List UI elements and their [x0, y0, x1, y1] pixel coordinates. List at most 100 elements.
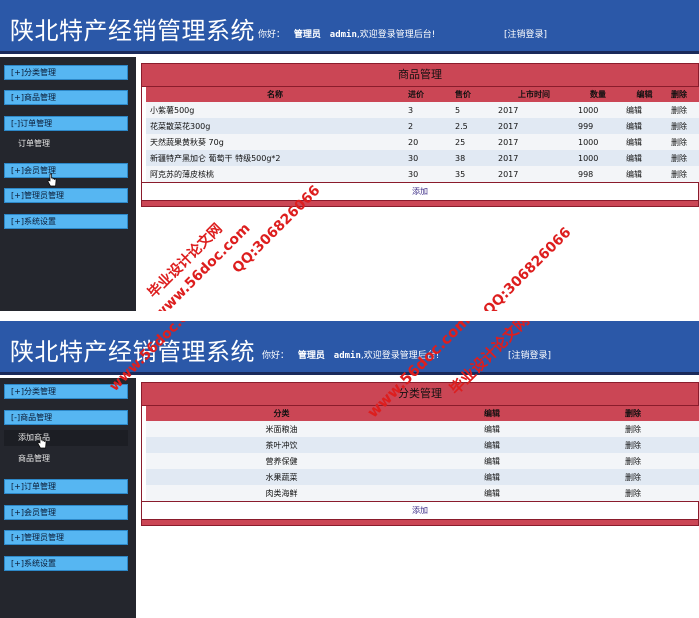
sidebar-subitem-product-management[interactable]: 商品管理: [4, 451, 128, 467]
product-price: 38: [451, 150, 494, 166]
logout-link[interactable]: [注销登录]: [508, 348, 551, 361]
table-header-row: 名称 进价 售价 上市时间 数量 编辑 删除: [146, 87, 699, 102]
sidebar-item-admin[interactable]: [+]管理员管理: [4, 188, 128, 203]
sidebar-item-system-settings[interactable]: [+]系统设置: [4, 214, 128, 229]
sidebar-subitem-order-management[interactable]: 订单管理: [4, 136, 128, 152]
sidebar-item-category[interactable]: [+]分类管理: [4, 384, 128, 399]
delete-link[interactable]: 删除: [567, 485, 699, 501]
delete-link[interactable]: 删除: [567, 421, 699, 437]
sidebar-item-admin[interactable]: [+]管理员管理: [4, 530, 128, 545]
product-quantity: 999: [574, 118, 622, 134]
table-row: 小紫薯500g 3 5 2017 1000 编辑 删除: [146, 102, 699, 118]
edit-link[interactable]: 编辑: [417, 421, 567, 437]
table-row: 阿克苏的薄皮核桃 30 35 2017 998 编辑 删除: [146, 166, 699, 182]
panel-title: 分类管理: [142, 383, 698, 406]
sidebar-item-system-settings[interactable]: [+]系统设置: [4, 556, 128, 571]
app-header: 陕北特产经销管理系统 你好： 管理员 admin,欢迎登录管理后台! [注销登录…: [0, 321, 699, 375]
column-header-category: 分类: [146, 406, 417, 421]
product-cost: 3: [404, 102, 451, 118]
sidebar-item-order[interactable]: [-]订单管理: [4, 116, 128, 131]
product-price: 35: [451, 166, 494, 182]
product-quantity: 1000: [574, 134, 622, 150]
greeting-label: 你好：: [258, 30, 286, 40]
category-management-panel: 分类管理 分类 编辑 删除 米面粮油 编辑 删除 茶叶冲饮 编辑 删除 营养保健…: [141, 382, 699, 526]
greeting-label: 你好：: [262, 351, 290, 361]
column-header-edit: 编辑: [622, 87, 667, 102]
edit-link[interactable]: 编辑: [417, 469, 567, 485]
delete-link[interactable]: 删除: [567, 453, 699, 469]
sidebar: [+]分类管理 [+]商品管理 [-]订单管理 订单管理 [+]会员管理 [+]…: [0, 57, 136, 311]
product-price: 25: [451, 134, 494, 150]
sidebar-subitem-add-product[interactable]: 添加商品: [4, 430, 128, 446]
edit-link[interactable]: 编辑: [622, 102, 667, 118]
add-product-link[interactable]: 添加: [142, 182, 698, 200]
delete-link[interactable]: 删除: [667, 134, 699, 150]
table-row: 肉类海鲜 编辑 删除: [146, 485, 699, 501]
edit-link[interactable]: 编辑: [417, 485, 567, 501]
column-header-launch-time: 上市时间: [494, 87, 574, 102]
watermark-qq: QQ:306826066: [480, 224, 575, 311]
panel-title: 商品管理: [142, 64, 698, 87]
product-quantity: 1000: [574, 150, 622, 166]
user-greeting: 你好： 管理员 admin,欢迎登录管理后台!: [262, 348, 439, 361]
user-role: 管理员: [297, 351, 325, 361]
product-launch-time: 2017: [494, 102, 574, 118]
logout-link[interactable]: [注销登录]: [504, 27, 547, 40]
table-row: 米面粮油 编辑 删除: [146, 421, 699, 437]
watermark-site: www.56doc.com: [151, 220, 254, 311]
product-name: 天然蔬果黄秋葵 70g: [146, 134, 404, 150]
edit-link[interactable]: 编辑: [417, 453, 567, 469]
product-launch-time: 2017: [494, 166, 574, 182]
delete-link[interactable]: 删除: [567, 469, 699, 485]
edit-link[interactable]: 编辑: [622, 166, 667, 182]
column-header-delete: 删除: [667, 87, 699, 102]
welcome-text: ,欢迎登录管理后台!: [360, 351, 440, 361]
product-cost: 2: [404, 118, 451, 134]
category-name: 茶叶冲饮: [146, 437, 417, 453]
delete-link[interactable]: 删除: [667, 150, 699, 166]
add-category-link[interactable]: 添加: [142, 501, 698, 519]
product-management-panel: 商品管理 名称 进价 售价 上市时间 数量 编辑 删除 小紫薯500g 3 5 …: [141, 63, 699, 207]
product-launch-time: 2017: [494, 150, 574, 166]
edit-link[interactable]: 编辑: [622, 150, 667, 166]
product-name: 花菜散菜花300g: [146, 118, 404, 134]
column-header-cost: 进价: [404, 87, 451, 102]
delete-link[interactable]: 删除: [667, 166, 699, 182]
user-greeting: 你好： 管理员 admin,欢迎登录管理后台!: [258, 27, 435, 40]
screenshot-category-management: 陕北特产经销管理系统 你好： 管理员 admin,欢迎登录管理后台! [注销登录…: [0, 321, 699, 618]
sidebar-item-member[interactable]: [+]会员管理: [4, 505, 128, 520]
watermark-name: 毕业设计论文网: [145, 220, 226, 302]
product-launch-time: 2017: [494, 118, 574, 134]
sidebar-item-category[interactable]: [+]分类管理: [4, 65, 128, 80]
sidebar-item-product[interactable]: [+]商品管理: [4, 90, 128, 105]
sidebar-item-order[interactable]: [+]订单管理: [4, 479, 128, 494]
product-name: 阿克苏的薄皮核桃: [146, 166, 404, 182]
product-quantity: 1000: [574, 102, 622, 118]
product-price: 5: [451, 102, 494, 118]
table-row: 营养保健 编辑 删除: [146, 453, 699, 469]
product-cost: 30: [404, 150, 451, 166]
column-header-delete: 删除: [567, 406, 699, 421]
table-header-row: 分类 编辑 删除: [146, 406, 699, 421]
app-title: 陕北特产经销管理系统: [10, 17, 255, 45]
hand-cursor-icon: [47, 173, 57, 187]
delete-link[interactable]: 删除: [567, 437, 699, 453]
user-role: 管理员: [293, 30, 321, 40]
product-name: 新疆特产黑加仑 葡萄干 特级500g*2: [146, 150, 404, 166]
user-name: admin: [329, 30, 357, 40]
app-header: 陕北特产经销管理系统 你好： 管理员 admin,欢迎登录管理后台! [注销登录…: [0, 0, 699, 54]
product-cost: 30: [404, 166, 451, 182]
delete-link[interactable]: 删除: [667, 118, 699, 134]
product-quantity: 998: [574, 166, 622, 182]
column-header-edit: 编辑: [417, 406, 567, 421]
column-header-price: 售价: [451, 87, 494, 102]
table-row: 花菜散菜花300g 2 2.5 2017 999 编辑 删除: [146, 118, 699, 134]
delete-link[interactable]: 删除: [667, 102, 699, 118]
user-name: admin: [333, 351, 361, 361]
sidebar-item-member[interactable]: [+]会员管理: [4, 163, 128, 178]
sidebar: [+]分类管理 [-]商品管理 添加商品 商品管理 [+]订单管理 [+]会员管…: [0, 378, 136, 618]
edit-link[interactable]: 编辑: [622, 134, 667, 150]
edit-link[interactable]: 编辑: [622, 118, 667, 134]
edit-link[interactable]: 编辑: [417, 437, 567, 453]
sidebar-item-product[interactable]: [-]商品管理: [4, 410, 128, 425]
